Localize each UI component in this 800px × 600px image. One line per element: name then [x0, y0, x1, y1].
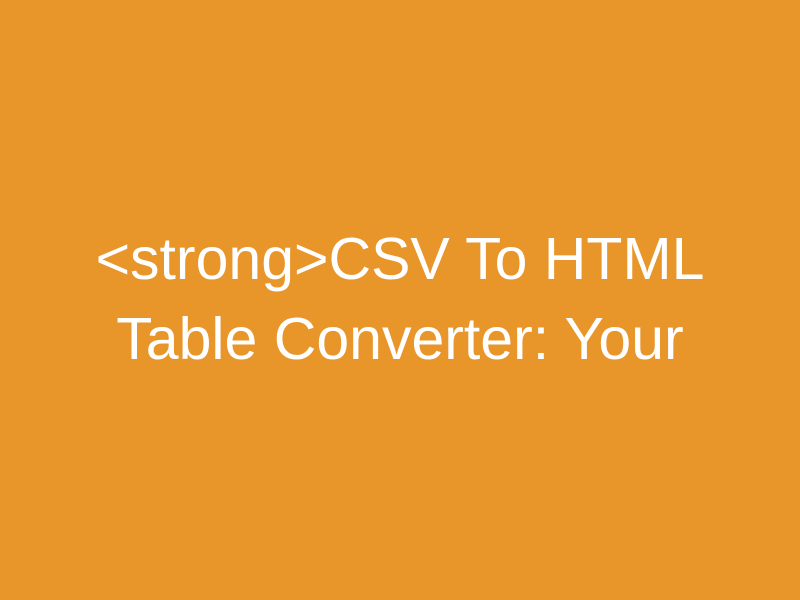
page-title: <strong>CSV To HTML Table Converter: You… — [0, 220, 800, 379]
